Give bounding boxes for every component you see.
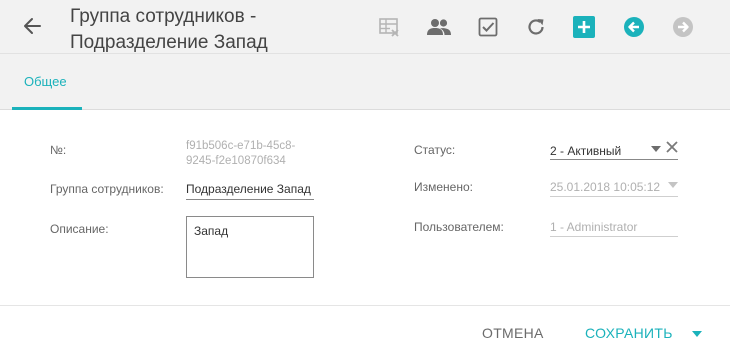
description-text: Запад: [194, 224, 229, 238]
save-options-caret-icon[interactable]: [692, 331, 702, 337]
grid-delete-icon[interactable]: [378, 16, 400, 38]
number-value-line1: f91b506c-e71b-45c8-: [186, 140, 296, 152]
users-icon[interactable]: [426, 16, 452, 38]
next-icon[interactable]: [672, 16, 694, 38]
number-label: №:: [50, 143, 67, 157]
user-label: Пользователем:: [414, 220, 504, 234]
back-arrow-icon[interactable]: [22, 15, 44, 37]
modified-value: 25.01.2018 10:05:12: [550, 180, 661, 194]
group-input[interactable]: Подразделение Запад: [186, 182, 311, 196]
modified-dropdown-caret-icon: [668, 182, 678, 188]
header-bar: Группа сотрудников - Подразделение Запад: [0, 0, 730, 110]
save-button[interactable]: СОХРАНИТЬ: [585, 325, 673, 341]
modified-label: Изменено:: [414, 180, 473, 194]
status-clear-icon[interactable]: [665, 140, 679, 154]
status-label: Статус:: [414, 143, 456, 157]
description-textarea[interactable]: Запад: [186, 216, 314, 278]
number-value-line2: 9245-f2e10870f634: [186, 155, 286, 167]
group-input-underline: [186, 199, 314, 200]
page-title-line1: Группа сотрудников -: [70, 6, 257, 27]
status-dropdown-caret-icon[interactable]: [651, 146, 661, 152]
modified-underline: [550, 196, 678, 197]
tab-general-label: Общее: [24, 74, 67, 89]
add-icon[interactable]: [573, 16, 595, 38]
page-title: Группа сотрудников - Подразделение Запад: [70, 4, 370, 56]
status-select-underline: [550, 159, 678, 160]
footer-divider: [0, 305, 730, 306]
cancel-button[interactable]: ОТМЕНА: [482, 325, 544, 341]
group-label: Группа сотрудников:: [50, 182, 164, 196]
number-value: f91b506c-e71b-45c8- 9245-f2e10870f634: [186, 139, 295, 169]
toolbar-divider: [0, 53, 730, 54]
status-select-value[interactable]: 2 - Активный: [550, 144, 621, 158]
tab-general[interactable]: Общее: [12, 54, 82, 110]
description-label: Описание:: [50, 222, 109, 236]
previous-icon[interactable]: [623, 16, 645, 38]
tab-active-indicator: [12, 107, 82, 110]
user-value: 1 - Administrator: [550, 220, 638, 234]
checkbox-icon[interactable]: [477, 16, 499, 38]
refresh-icon[interactable]: [525, 16, 547, 38]
user-underline: [550, 236, 678, 237]
